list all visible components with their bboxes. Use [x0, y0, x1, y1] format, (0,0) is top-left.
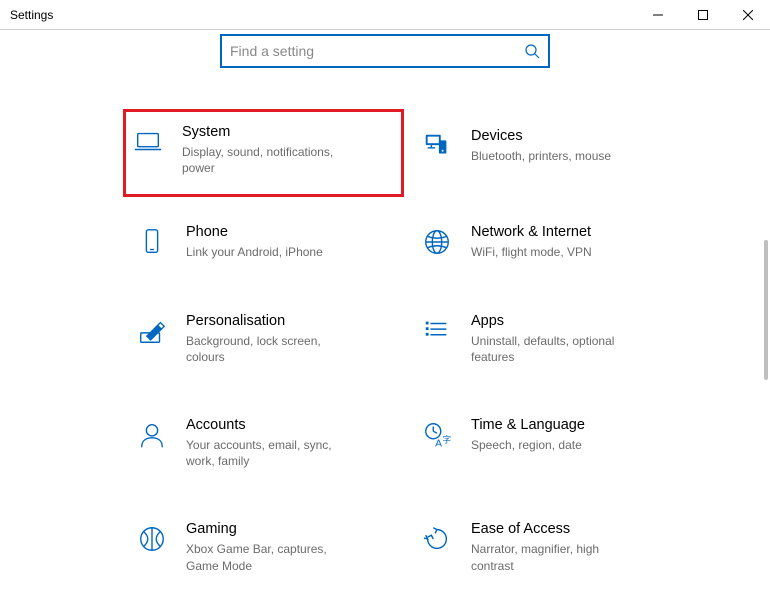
search-box[interactable] — [220, 34, 550, 68]
ease-icon — [421, 523, 453, 555]
tile-desc: WiFi, flight mode, VPN — [471, 244, 641, 260]
tile-title: Personalisation — [186, 313, 369, 329]
search-input[interactable] — [230, 43, 524, 59]
tile-title: Gaming — [186, 521, 369, 537]
settings-tile-phone[interactable]: Phone Link your Android, iPhone — [130, 218, 375, 266]
tile-title: Apps — [471, 313, 654, 329]
settings-tile-personalisation[interactable]: Personalisation Background, lock screen, … — [130, 307, 375, 371]
settings-tile-system[interactable]: System Display, sound, notifications, pow… — [126, 112, 401, 194]
content-area: System Display, sound, notifications, pow… — [0, 30, 770, 609]
tile-title: Network & Internet — [471, 224, 654, 240]
tile-title: Accounts — [186, 417, 369, 433]
settings-tile-ease-of-access[interactable]: Ease of Access Narrator, magnifier, high … — [415, 515, 660, 579]
tile-desc: Narrator, magnifier, high contrast — [471, 541, 641, 573]
tile-title: Ease of Access — [471, 521, 654, 537]
person-icon — [136, 419, 168, 451]
phone-icon — [136, 226, 168, 258]
tile-title: Devices — [471, 128, 654, 144]
devices-icon — [421, 130, 453, 162]
settings-grid: System Display, sound, notifications, pow… — [0, 68, 770, 580]
time-lang-icon — [421, 419, 453, 451]
maximize-button[interactable] — [680, 0, 725, 30]
settings-tile-time-language[interactable]: Time & Language Speech, region, date — [415, 411, 660, 475]
settings-tile-apps[interactable]: Apps Uninstall, defaults, optional featur… — [415, 307, 660, 371]
tile-desc: Link your Android, iPhone — [186, 244, 356, 260]
laptop-icon — [132, 126, 164, 158]
tile-desc: Xbox Game Bar, captures, Game Mode — [186, 541, 356, 573]
globe-icon — [421, 226, 453, 258]
tile-desc: Your accounts, email, sync, work, family — [186, 437, 356, 469]
minimize-button[interactable] — [635, 0, 680, 30]
tile-desc: Background, lock screen, colours — [186, 333, 356, 365]
tile-title: Time & Language — [471, 417, 654, 433]
settings-tile-accounts[interactable]: Accounts Your accounts, email, sync, work… — [130, 411, 375, 475]
settings-tile-devices[interactable]: Devices Bluetooth, printers, mouse — [415, 122, 660, 178]
settings-tile-gaming[interactable]: Gaming Xbox Game Bar, captures, Game Mode — [130, 515, 375, 579]
scrollbar-thumb[interactable] — [764, 240, 768, 380]
close-button[interactable] — [725, 0, 770, 30]
tile-title: System — [182, 124, 373, 140]
gaming-icon — [136, 523, 168, 555]
tile-desc: Bluetooth, printers, mouse — [471, 148, 641, 164]
settings-tile-network-internet[interactable]: Network & Internet WiFi, flight mode, VPN — [415, 218, 660, 266]
tile-desc: Speech, region, date — [471, 437, 641, 453]
window-title: Settings — [0, 8, 635, 22]
titlebar: Settings — [0, 0, 770, 30]
apps-icon — [421, 315, 453, 347]
tile-desc: Display, sound, notifications, power — [182, 144, 352, 176]
search-icon — [524, 43, 540, 59]
tile-title: Phone — [186, 224, 369, 240]
tile-desc: Uninstall, defaults, optional features — [471, 333, 641, 365]
pen-icon — [136, 315, 168, 347]
